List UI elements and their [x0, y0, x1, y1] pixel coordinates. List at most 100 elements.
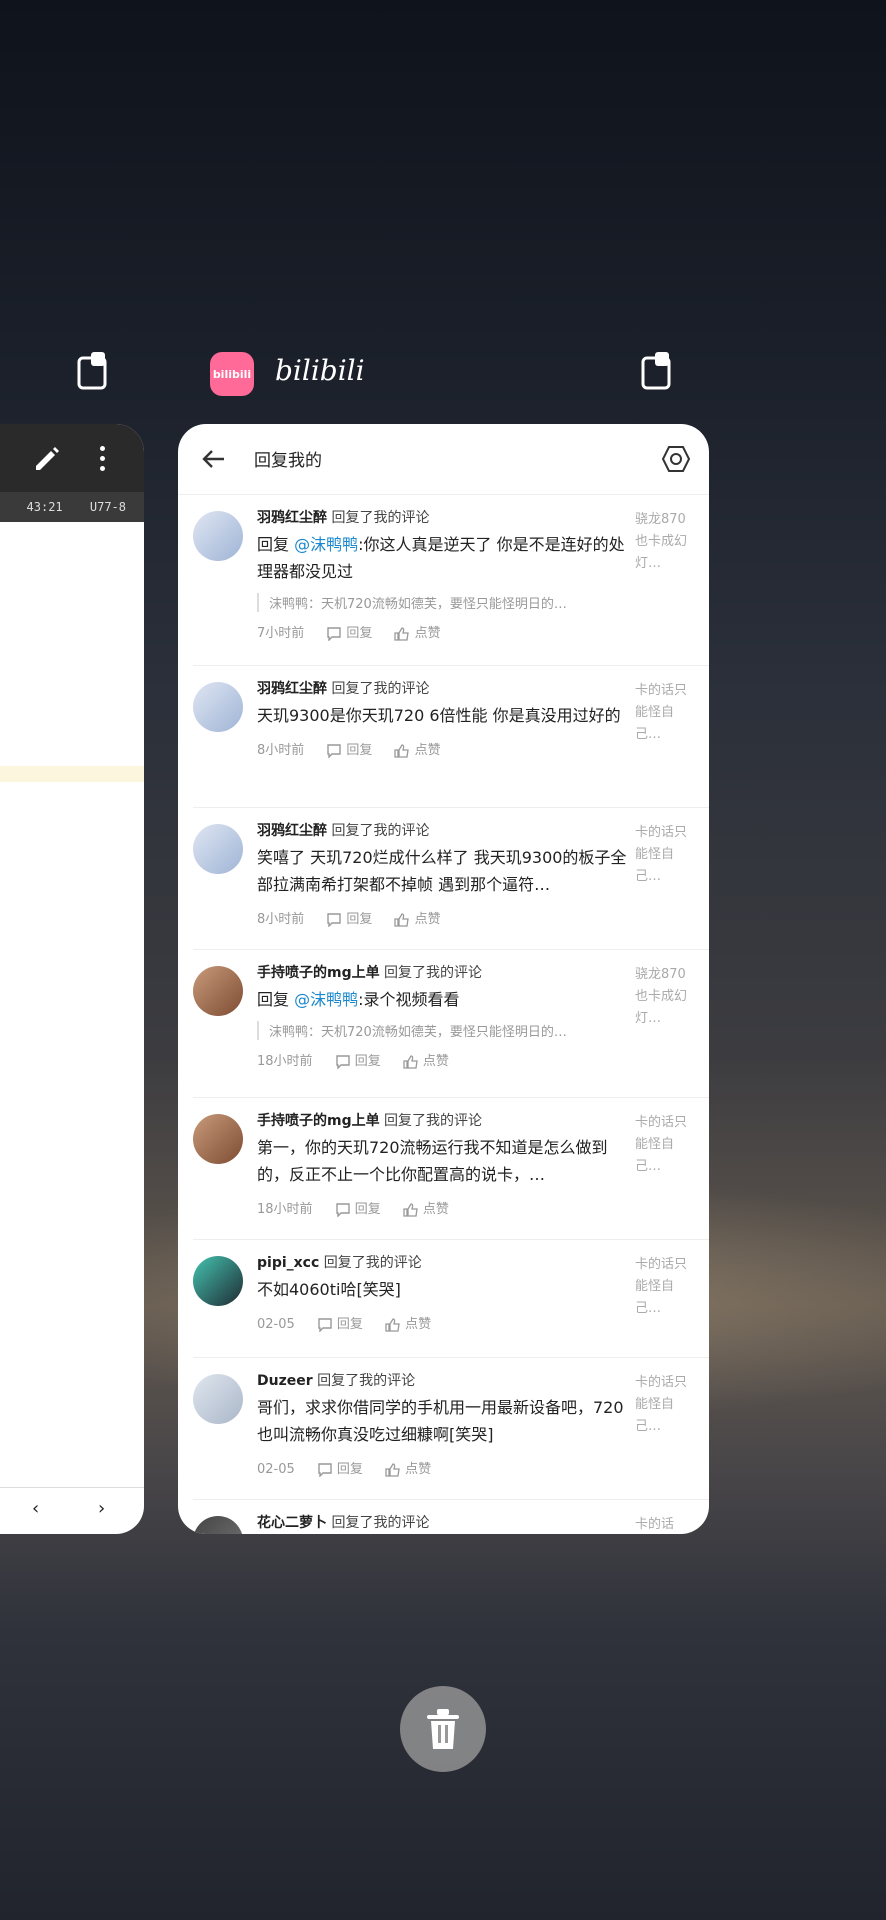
like-button[interactable]: 点赞 [403, 1202, 449, 1217]
avatar[interactable] [193, 1256, 243, 1306]
avatar[interactable] [193, 824, 243, 874]
reply-item[interactable]: 手持喷子的mg上单 回复了我的评论回复 @沫鸭鸭:录个视频看看沫鸭鸭：天机720… [193, 950, 709, 1098]
avatar[interactable] [193, 511, 243, 561]
avatar[interactable] [193, 1114, 243, 1164]
reply-text[interactable]: 回复 @沫鸭鸭:你这人真是逆天了 你是不是连好的处理器都没见过 [257, 531, 627, 585]
comment-icon [335, 1202, 350, 1217]
reply-item[interactable]: 花心二萝卜 回复了我的评论 卡的话 [193, 1500, 709, 1534]
reply-meta: 18小时前 回复 点赞 [257, 1198, 627, 1217]
comment-icon [327, 912, 341, 927]
avatar[interactable] [193, 1374, 243, 1424]
original-comment-preview[interactable]: 骁龙870也卡成幻灯… [635, 509, 687, 575]
split-screen-icon[interactable] [640, 350, 674, 390]
reply-item[interactable]: 羽鸦红尘醉 回复了我的评论 回复 @沫鸭鸭:你这人真是逆天了 你是不是连好的处理器… [193, 495, 709, 666]
reply-meta: 8小时前 回复 点赞 [257, 908, 627, 927]
like-button[interactable]: 点赞 [394, 912, 441, 927]
original-comment-preview[interactable]: 卡的话 [635, 1514, 687, 1534]
page-title: 回复我的 [254, 451, 322, 471]
reply-header: Duzeer 回复了我的评论 [257, 1370, 627, 1390]
timestamp: 02-05 [257, 1462, 295, 1477]
like-button-label: 点赞 [422, 1054, 449, 1069]
reply-header: 手持喷子的mg上单 回复了我的评论 [257, 1110, 627, 1130]
like-button[interactable]: 点赞 [385, 1317, 431, 1332]
username[interactable]: Duzeer [257, 1373, 313, 1389]
username[interactable]: 羽鸦红尘醉 [257, 681, 327, 697]
original-comment-preview[interactable]: 卡的话只能怪自己… [635, 1112, 687, 1178]
avatar[interactable] [193, 966, 243, 1016]
prev-arrow-icon[interactable]: ‹ [32, 1498, 39, 1519]
reply-prefix: 回复 [257, 990, 295, 1009]
reply-item[interactable]: pipi_xcc 回复了我的评论 不如4060ti哈[笑哭] 02-05 回复 点赞… [193, 1240, 709, 1358]
reply-text[interactable]: 回复 @沫鸭鸭:录个视频看看 [257, 986, 627, 1013]
reply-button[interactable]: 回复 [326, 743, 372, 758]
reply-text[interactable]: 笑嘻了 天玑720烂成什么样了 我天玑9300的板子全部拉满南希打架都不掉帧 遇… [257, 844, 627, 898]
reply-content: 笑嘻了 天玑720烂成什么样了 我天玑9300的板子全部拉满南希打架都不掉帧 遇… [257, 848, 627, 894]
timestamp: 7小时前 [257, 626, 305, 641]
pencil-icon[interactable] [32, 444, 60, 472]
reply-button-label: 回复 [354, 1202, 381, 1217]
original-comment-preview[interactable]: 卡的话只能怪自己… [635, 1254, 687, 1320]
avatar[interactable] [193, 682, 243, 732]
original-comment-preview[interactable]: 卡的话只能怪自己… [635, 1372, 687, 1438]
reply-button[interactable]: 回复 [326, 626, 372, 641]
bilibili-app-card[interactable]: 回复我的 羽鸦红尘醉 回复了我的评论 回复 @沫鸭鸭:你这人真是逆天了 你是不是连… [178, 424, 709, 1534]
username[interactable]: 羽鸦红尘醉 [257, 823, 327, 839]
left-app-card[interactable]: 43:21 U77-8 ‹ › [0, 424, 144, 1534]
like-button-label: 点赞 [414, 626, 441, 641]
reply-item[interactable]: 羽鸦红尘醉 回复了我的评论 天玑9300是你天玑720 6倍性能 你是真没用过好的… [193, 666, 709, 808]
reply-item[interactable]: 手持喷子的mg上单 回复了我的评论第一，你的天玑720流畅运行我不知道是怎么做到… [193, 1098, 709, 1240]
reply-body: 羽鸦红尘醉 回复了我的评论 笑嘻了 天玑720烂成什么样了 我天玑9300的板子全… [257, 820, 627, 927]
username[interactable]: pipi_xcc [257, 1255, 319, 1271]
back-arrow-icon[interactable] [200, 446, 226, 472]
reply-text[interactable]: 不如4060ti哈[笑哭] [257, 1276, 627, 1303]
like-button[interactable]: 点赞 [385, 1462, 431, 1477]
like-button-label: 点赞 [414, 743, 441, 758]
reply-button-label: 回复 [336, 1317, 363, 1332]
username[interactable]: 手持喷子的mg上单 [257, 1113, 380, 1129]
reply-item[interactable]: Duzeer 回复了我的评论哥们，求求你借同学的手机用一用最新设备吧，720也叫… [193, 1358, 709, 1500]
like-button[interactable]: 点赞 [394, 626, 441, 641]
original-comment-preview[interactable]: 卡的话只能怪自己… [635, 680, 687, 746]
left-status-left: 43:21 [26, 500, 63, 514]
mention-link[interactable]: @沫鸭鸭 [294, 990, 358, 1009]
reply-text[interactable]: 天玑9300是你天玑720 6倍性能 你是真没用过好的 [257, 702, 627, 729]
action-text: 回复了我的评论 [379, 965, 483, 981]
like-button[interactable]: 点赞 [403, 1054, 449, 1069]
reply-content: :录个视频看看 [358, 990, 460, 1009]
username[interactable]: 花心二萝卜 [257, 1515, 327, 1531]
settings-icon[interactable] [661, 444, 691, 474]
like-button[interactable]: 点赞 [394, 743, 441, 758]
mention-link[interactable]: @沫鸭鸭 [294, 535, 358, 554]
more-vert-icon[interactable] [100, 446, 105, 476]
reply-meta: 02-05 回复 点赞 [257, 1458, 627, 1477]
timestamp: 18小时前 [257, 1054, 313, 1069]
quoted-comment[interactable]: 沫鸭鸭：天机720流畅如德芙，要怪只能怪明日的… [257, 593, 627, 612]
quoted-comment[interactable]: 沫鸭鸭：天机720流畅如德芙，要怪只能怪明日的… [257, 1021, 627, 1040]
next-arrow-icon[interactable]: › [98, 1498, 105, 1519]
reply-button[interactable]: 回复 [335, 1054, 381, 1069]
reply-item[interactable]: 羽鸦红尘醉 回复了我的评论 笑嘻了 天玑720烂成什么样了 我天玑9300的板子全… [193, 808, 709, 950]
reply-meta: 7小时前 回复 点赞 [257, 622, 627, 641]
left-split-screen-icon[interactable] [76, 350, 110, 390]
reply-text[interactable]: 第一，你的天玑720流畅运行我不知道是怎么做到的，反正不止一个比你配置高的说卡，… [257, 1134, 627, 1188]
reply-button[interactable]: 回复 [317, 1317, 363, 1332]
like-button-label: 点赞 [405, 1317, 432, 1332]
username[interactable]: 手持喷子的mg上单 [257, 965, 380, 981]
like-button-label: 点赞 [405, 1462, 432, 1477]
username[interactable]: 羽鸦红尘醉 [257, 510, 327, 526]
original-comment-preview[interactable]: 骁龙870也卡成幻灯… [635, 964, 687, 1030]
reply-header: 花心二萝卜 回复了我的评论 [257, 1512, 627, 1532]
reply-body: pipi_xcc 回复了我的评论 不如4060ti哈[笑哭] 02-05 回复 点赞 [257, 1252, 627, 1332]
reply-text[interactable]: 哥们，求求你借同学的手机用一用最新设备吧，720也叫流畅你真没吃过细糠啊[笑哭] [257, 1394, 627, 1448]
reply-button[interactable]: 回复 [317, 1462, 363, 1477]
avatar[interactable] [193, 1516, 243, 1534]
highlight-bar [0, 766, 144, 782]
reply-button[interactable]: 回复 [335, 1202, 381, 1217]
clear-all-button[interactable] [400, 1686, 486, 1772]
reply-prefix: 回复 [257, 535, 295, 554]
thumbs-up-icon [394, 626, 410, 641]
reply-button[interactable]: 回复 [326, 912, 372, 927]
thumbs-up-icon [403, 1054, 418, 1069]
original-comment-preview[interactable]: 卡的话只能怪自己… [635, 822, 687, 888]
comment-icon [327, 743, 341, 758]
